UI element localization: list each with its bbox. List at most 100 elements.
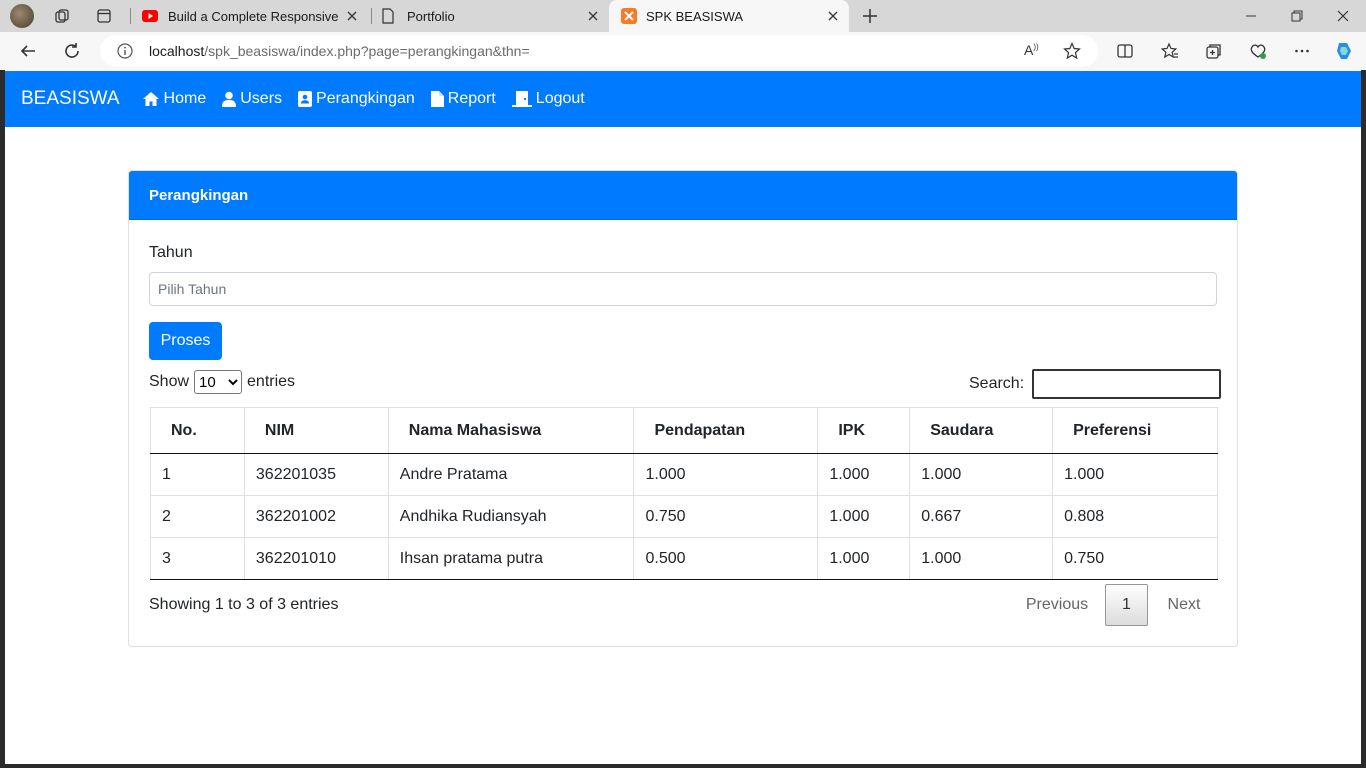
table-cell: 0.667 — [909, 495, 1054, 538]
xampp-icon — [621, 8, 637, 27]
door-icon — [511, 91, 532, 107]
table-cell: 3 — [150, 537, 245, 580]
tab-title: SPK BEASISWA — [646, 8, 744, 24]
window-frame-right — [1361, 70, 1366, 768]
close-icon[interactable] — [825, 8, 841, 24]
table-row: 1 362201035 Andre Pratama 1.000 1.000 1.… — [150, 453, 1218, 496]
tahun-input[interactable] — [149, 272, 1217, 306]
table-cell: 1 — [150, 453, 245, 496]
column-header[interactable]: Pendapatan — [633, 407, 819, 454]
table-search: Search: — [969, 369, 1222, 399]
refresh-icon[interactable] — [58, 37, 86, 65]
table-row: 2 362201002 Andhika Rudiansyah 0.750 1.0… — [150, 495, 1218, 538]
table-header-row: No. NIM Nama Mahasiswa Pendapatan IPK Sa… — [150, 407, 1218, 454]
window-frame-bottom — [0, 764, 1366, 768]
page-icon — [381, 8, 395, 27]
tab-spk-beasiswa[interactable]: SPK BEASISWA — [609, 0, 849, 32]
profile-avatar[interactable] — [10, 4, 34, 28]
table-cell: 362201035 — [243, 453, 389, 496]
window-frame-left — [0, 70, 5, 768]
new-tab-icon[interactable] — [858, 4, 882, 28]
column-header[interactable]: Saudara — [909, 407, 1054, 454]
table-cell: 1.000 — [817, 453, 911, 496]
previous-button[interactable]: Previous — [1009, 596, 1105, 614]
table-cell: 0.808 — [1052, 495, 1218, 538]
favorites-icon[interactable] — [1156, 37, 1184, 65]
table-row: 3 362201010 Ihsan pratama putra 0.500 1.… — [150, 537, 1218, 580]
collections-icon[interactable] — [1200, 37, 1228, 65]
browser-essentials-icon[interactable] — [1244, 37, 1272, 65]
back-icon[interactable] — [14, 37, 42, 65]
window-close-icon[interactable] — [1320, 0, 1366, 32]
file-icon — [430, 91, 444, 107]
card-header: Perangkingan — [129, 171, 1237, 220]
column-header[interactable]: Preferensi — [1052, 407, 1218, 454]
address-bar[interactable]: localhost/spk_beasiswa/index.php?page=pe… — [100, 35, 1098, 67]
table-cell: 0.750 — [1052, 537, 1218, 580]
table-cell: Ihsan pratama putra — [387, 537, 635, 580]
nav-report-label: Report — [447, 90, 496, 107]
minimize-icon[interactable] — [1228, 0, 1274, 32]
info-icon[interactable] — [117, 43, 133, 64]
more-menu-icon[interactable] — [1288, 37, 1316, 65]
nav-home[interactable]: Home — [142, 90, 207, 108]
restore-icon[interactable] — [1274, 0, 1320, 32]
nav-users-label: Users — [240, 90, 283, 107]
tab-youtube[interactable]: Build a Complete Responsive Per — [134, 0, 368, 32]
youtube-icon — [142, 9, 158, 26]
table-cell: Andre Pratama — [387, 453, 635, 496]
page-length-select[interactable]: 10 — [194, 370, 243, 394]
table-cell: 1.000 — [633, 453, 819, 496]
show-label: Show — [149, 373, 190, 390]
read-aloud-icon[interactable]: A)) — [1024, 42, 1039, 58]
workspaces-icon[interactable] — [50, 4, 74, 28]
tab-title: Portfolio — [407, 8, 455, 24]
close-icon[interactable] — [585, 8, 601, 24]
navbar-brand[interactable]: BEASISWA — [21, 88, 120, 110]
table-cell: 0.500 — [633, 537, 819, 580]
tahun-label: Tahun — [149, 244, 193, 261]
table-cell: 362201010 — [243, 537, 389, 580]
tab-title: Build a Complete Responsive Per — [168, 8, 340, 24]
favorite-star-icon[interactable] — [1063, 42, 1081, 65]
nav-perangkingan[interactable]: Perangkingan — [298, 90, 415, 108]
split-screen-icon[interactable] — [1111, 37, 1139, 65]
table-cell: 1.000 — [909, 453, 1054, 496]
id-card-icon — [298, 91, 313, 107]
browser-tab-bar: Build a Complete Responsive Per Portfoli… — [0, 0, 1366, 32]
nav-home-label: Home — [163, 90, 207, 107]
nav-logout-label: Logout — [535, 90, 585, 107]
home-icon — [142, 92, 159, 106]
ranking-table: No. NIM Nama Mahasiswa Pendapatan IPK Sa… — [150, 407, 1218, 580]
search-label: Search: — [969, 375, 1025, 392]
table-cell: 1.000 — [817, 495, 911, 538]
page-length-control: Show 10 entries — [149, 370, 295, 394]
nav-perangkingan-label: Perangkingan — [316, 90, 415, 107]
column-header[interactable]: NIM — [243, 407, 389, 454]
table-cell: 0.750 — [633, 495, 819, 538]
nav-users[interactable]: Users — [222, 90, 282, 108]
perangkingan-card: Perangkingan Tahun Proses Show 10 entrie… — [128, 170, 1238, 647]
navbar: BEASISWA Home Users Perangkingan Report … — [5, 71, 1361, 127]
close-icon[interactable] — [344, 8, 360, 24]
column-header[interactable]: No. — [150, 407, 245, 454]
table-info: Showing 1 to 3 of 3 entries — [149, 596, 339, 613]
user-icon — [222, 91, 237, 107]
tab-portfolio[interactable]: Portfolio — [373, 0, 609, 32]
nav-logout[interactable]: Logout — [511, 90, 585, 108]
nav-report[interactable]: Report — [430, 90, 496, 108]
proses-button[interactable]: Proses — [149, 322, 222, 360]
column-header[interactable]: Nama Mahasiswa — [387, 407, 635, 454]
url-text: localhost/spk_beasiswa/index.php?page=pe… — [149, 43, 530, 59]
table-cell: 1.000 — [1052, 453, 1218, 496]
table-cell: 2 — [150, 495, 245, 538]
card-title: Perangkingan — [149, 186, 249, 204]
page-1-button[interactable]: 1 — [1105, 584, 1148, 626]
search-input[interactable] — [1032, 369, 1222, 399]
entries-label: entries — [247, 373, 296, 390]
next-button[interactable]: Next — [1148, 596, 1220, 614]
tab-actions-icon[interactable] — [92, 4, 116, 28]
copilot-icon[interactable] — [1330, 37, 1358, 65]
column-header[interactable]: IPK — [817, 407, 911, 454]
table-cell: 1.000 — [817, 537, 911, 580]
